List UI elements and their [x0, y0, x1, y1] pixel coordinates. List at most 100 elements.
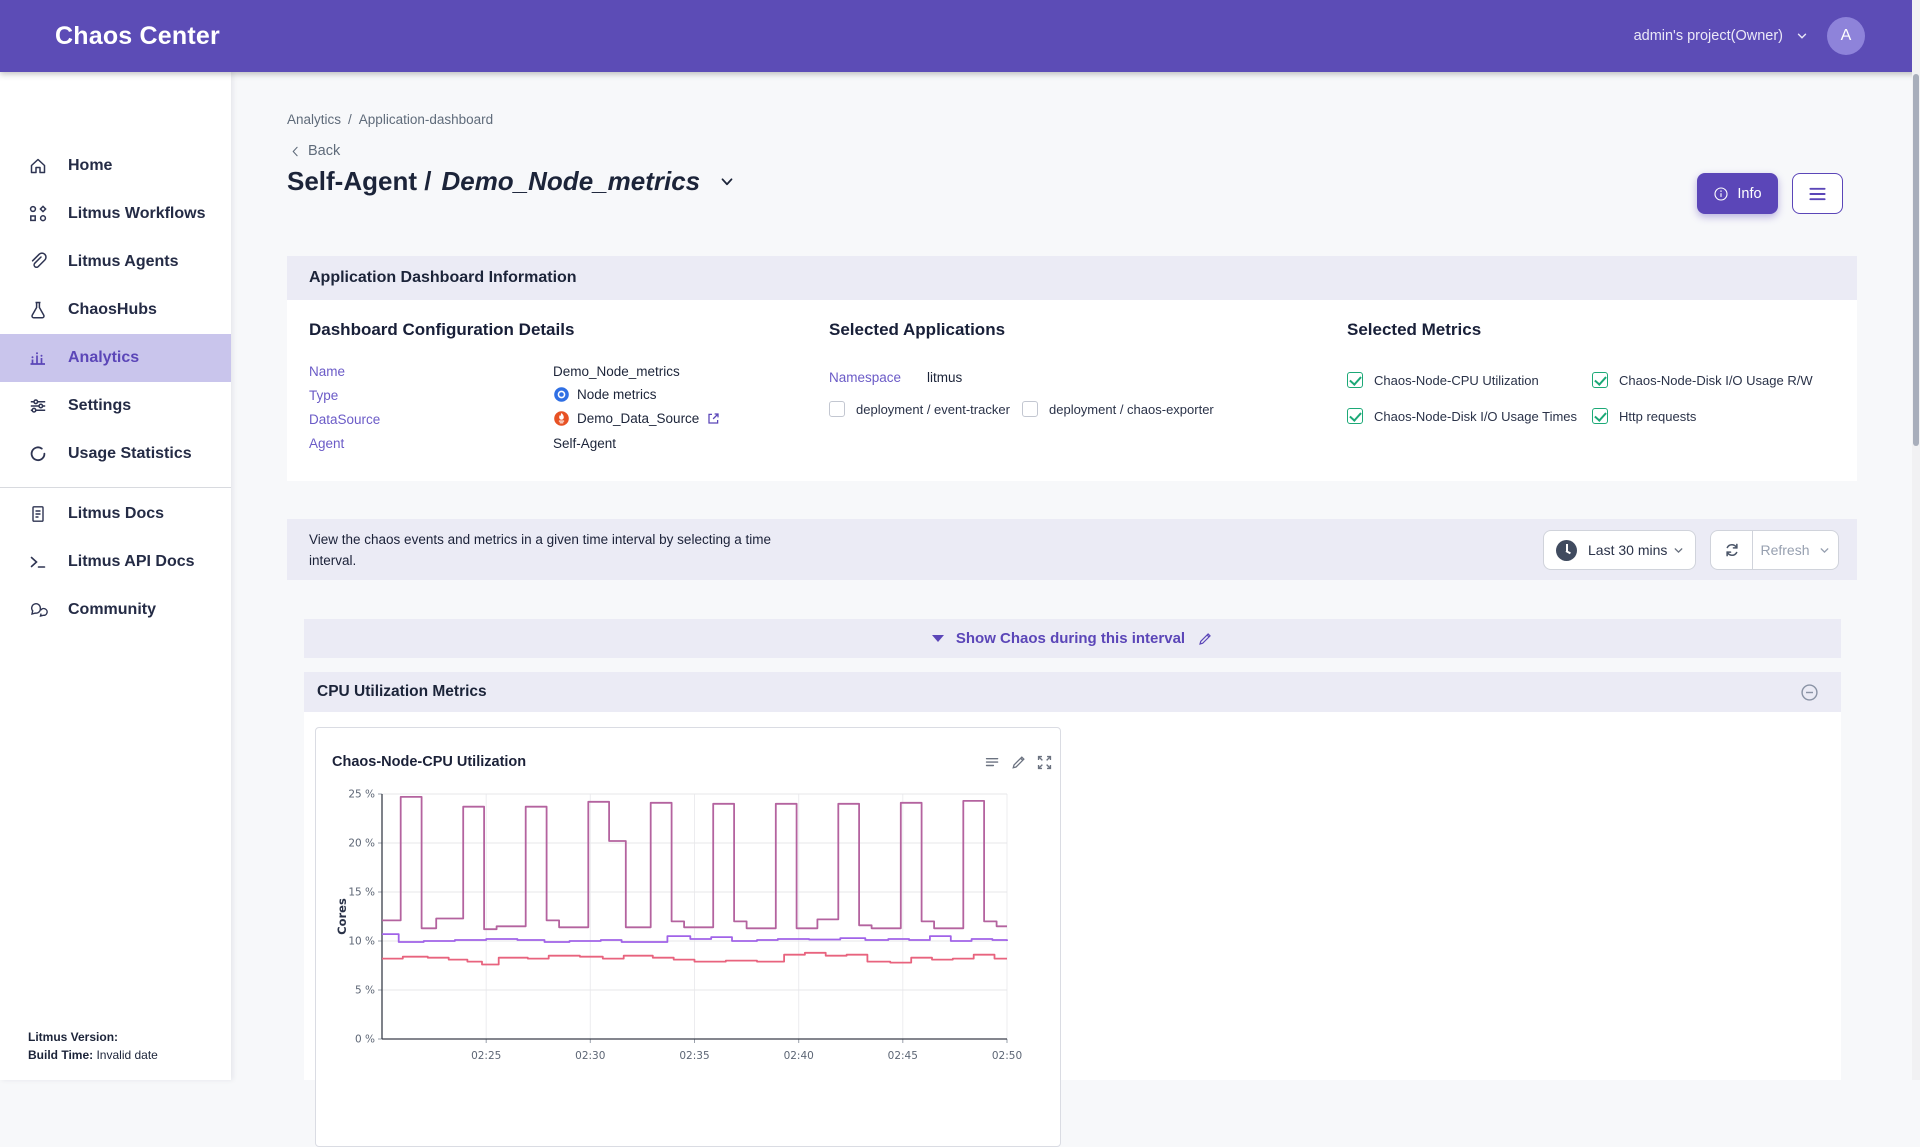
sidebar-item-litmus-workflows[interactable]: Litmus Workflows [0, 190, 231, 238]
sidebar-item-community[interactable]: Community [0, 586, 231, 634]
agent-name: Self-Agent / [287, 166, 431, 197]
sidebar-item-analytics[interactable]: Analytics [0, 334, 231, 382]
sidebar-footer: Litmus Version: Build Time: Invalid date [28, 1029, 158, 1064]
info-icon [1713, 186, 1729, 202]
chart-expand-icon[interactable] [1036, 754, 1053, 771]
dashboard-options-button[interactable] [1792, 173, 1843, 214]
checkbox-checked[interactable] [1592, 408, 1608, 424]
checkbox-unchecked[interactable] [829, 401, 845, 417]
breadcrumb: Analytics / Application-dashboard [287, 112, 493, 127]
svg-text:02:35: 02:35 [679, 1050, 709, 1062]
sidebar-item-litmus-api-docs[interactable]: Litmus API Docs [0, 538, 231, 586]
selected-applications-heading: Selected Applications [829, 320, 1005, 340]
breadcrumb-analytics[interactable]: Analytics [287, 112, 341, 127]
svg-text:25 %: 25 % [348, 789, 375, 801]
workflows-icon [28, 204, 48, 224]
chart-edit-icon[interactable] [1010, 754, 1027, 771]
back-button[interactable]: Back [289, 143, 340, 159]
checkbox-checked[interactable] [1347, 408, 1363, 424]
dashboard-name: Demo_Node_metrics [441, 166, 700, 197]
metric-checkbox-http-requests[interactable]: Http requests [1592, 408, 1696, 424]
project-label: admin's project(Owner) [1634, 28, 1783, 44]
datasource-label: DataSource [309, 412, 380, 427]
chevron-down-icon [1795, 29, 1809, 43]
settings-icon [28, 396, 48, 416]
build-time-label: Build Time: [28, 1048, 93, 1062]
namespace-row: Namespace litmus [829, 370, 962, 385]
app-header: Chaos Center admin's project(Owner) A [0, 0, 1920, 72]
name-label: Name [309, 364, 345, 379]
api-docs-icon [28, 552, 48, 572]
app-checkbox-event-tracker[interactable]: deployment / event-tracker [829, 401, 1010, 417]
project-selector[interactable]: admin's project(Owner) [1634, 28, 1809, 44]
agent-label: Agent [309, 436, 344, 451]
refresh-interval-select[interactable]: Refresh [1753, 531, 1838, 569]
usage-icon [28, 444, 48, 464]
cpu-utilization-chart-card: Chaos-Node-CPU Utilization 02:25 02:30 02:… [315, 727, 1061, 1147]
sidebar-item-litmus-docs[interactable]: Litmus Docs [0, 490, 231, 538]
sidebar-item-settings[interactable]: Settings [0, 382, 231, 430]
refresh-now-button[interactable] [1711, 531, 1753, 569]
clock-icon [1556, 540, 1577, 561]
sidebar-item-chaoshubs[interactable]: ChaosHubs [0, 286, 231, 334]
namespace-label: Namespace [829, 370, 901, 385]
app-checkbox-chaos-exporter[interactable]: deployment / chaos-exporter [1022, 401, 1214, 417]
sidebar-item-litmus-agents[interactable]: Litmus Agents [0, 238, 231, 286]
docs-icon [28, 504, 48, 524]
app-title: Chaos Center [55, 22, 220, 51]
agents-icon [28, 252, 48, 272]
info-button[interactable]: Info [1697, 173, 1778, 214]
cpu-metrics-section-header: CPU Utilization Metrics [304, 672, 1841, 712]
edit-icon[interactable] [1197, 631, 1213, 647]
interval-description: View the chaos events and metrics in a g… [309, 530, 779, 572]
checkbox-checked[interactable] [1347, 372, 1363, 388]
checkbox-checked[interactable] [1592, 372, 1608, 388]
agent-value: Self-Agent [553, 436, 616, 451]
time-range-value: Last 30 mins [1588, 542, 1667, 558]
main-content: Analytics / Application-dashboard Back S… [231, 72, 1920, 1080]
build-time-value: Invalid date [96, 1048, 157, 1062]
scrollbar-thumb[interactable] [1913, 74, 1919, 446]
refresh-controls: Refresh [1710, 530, 1839, 570]
sidebar-item-home[interactable]: Home [0, 142, 231, 190]
chaoshubs-icon [28, 300, 48, 320]
datasource-value: Demo_Data_Source [553, 410, 721, 427]
scrollbar-track[interactable] [1912, 0, 1920, 1080]
page-title: Self-Agent / Demo_Node_metrics [287, 166, 736, 197]
chart-title: Chaos-Node-CPU Utilization [332, 754, 526, 770]
checkbox-unchecked[interactable] [1022, 401, 1038, 417]
svg-text:02:50: 02:50 [992, 1050, 1022, 1062]
cpu-utilization-chart: 02:2502:3002:3502:4002:4502:500 %5 %10 %… [332, 786, 1032, 1081]
svg-text:02:40: 02:40 [784, 1050, 814, 1062]
chevron-down-icon [1818, 544, 1831, 557]
home-icon [28, 156, 48, 176]
sidebar-divider [0, 487, 231, 488]
show-chaos-toggle[interactable]: Show Chaos during this interval [304, 619, 1841, 658]
svg-text:5 %: 5 % [355, 985, 375, 997]
svg-text:02:30: 02:30 [575, 1050, 605, 1062]
community-icon [28, 600, 48, 620]
chart-menu-icon[interactable] [984, 754, 1001, 771]
namespace-value: litmus [927, 370, 962, 385]
menu-icon [1808, 186, 1827, 202]
back-icon [289, 145, 302, 158]
metric-checkbox-disk-io-rw[interactable]: Chaos-Node-Disk I/O Usage R/W [1592, 372, 1813, 388]
collapse-icon[interactable] [1800, 683, 1819, 702]
breadcrumb-separator: / [348, 112, 352, 127]
prometheus-icon [553, 410, 570, 427]
type-value: Node metrics [553, 386, 657, 403]
breadcrumb-application-dashboard[interactable]: Application-dashboard [359, 112, 493, 127]
svg-text:0 %: 0 % [355, 1034, 375, 1046]
type-label: Type [309, 388, 338, 403]
svg-text:Cores: Cores [335, 898, 349, 935]
metric-checkbox-cpu-utilization[interactable]: Chaos-Node-CPU Utilization [1347, 372, 1539, 388]
sidebar-item-usage-statistics[interactable]: Usage Statistics [0, 430, 231, 478]
avatar[interactable]: A [1827, 17, 1865, 55]
dashboard-switcher-chevron-icon[interactable] [718, 173, 736, 191]
dashboard-info-panel: Application Dashboard Information Dashbo… [287, 256, 1857, 481]
metric-checkbox-disk-io-times[interactable]: Chaos-Node-Disk I/O Usage Times [1347, 408, 1577, 424]
external-link-icon[interactable] [706, 411, 721, 426]
time-range-select[interactable]: Last 30 mins [1543, 530, 1696, 570]
svg-text:02:25: 02:25 [471, 1050, 501, 1062]
svg-text:10 %: 10 % [348, 936, 375, 948]
